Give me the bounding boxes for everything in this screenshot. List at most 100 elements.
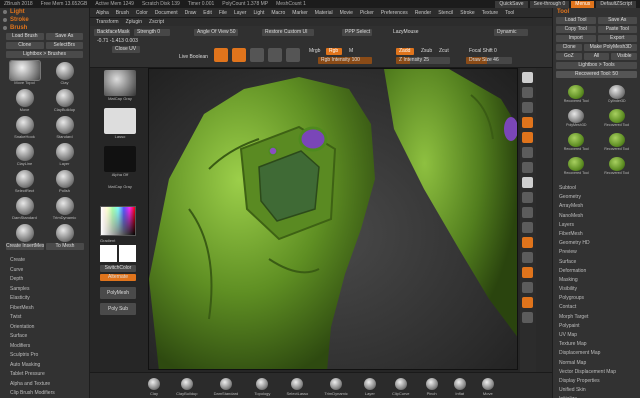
menu-transform[interactable]: Transform [96, 19, 119, 25]
tool-menu-vector-displacement-map[interactable]: Vector Displacement Map [559, 368, 639, 377]
menu-texture[interactable]: Texture [482, 10, 498, 16]
brush-menu-auto-masking[interactable]: Auto Masking [10, 361, 80, 371]
tool-recovered-tool[interactable]: Recovered Tool [598, 129, 637, 151]
tool-recovered-tool[interactable]: Recovered Tool [557, 81, 596, 103]
tool-menu-surface[interactable]: Surface [559, 258, 639, 267]
menu-draw[interactable]: Draw [185, 10, 197, 16]
tool-menu-geometry[interactable]: Geometry [559, 193, 639, 202]
tool-menu-texture-map[interactable]: Texture Map [559, 340, 639, 349]
brush-claybuildup[interactable]: ClayBuildup [46, 88, 83, 112]
brush-palette-title[interactable]: Brush [0, 24, 89, 32]
current-tool-slider[interactable]: Recovered Tool: 50 [556, 71, 637, 78]
ppp-select-button[interactable]: PPP Select [342, 29, 372, 36]
shelf-brush-claybuildup[interactable]: ClayBuildup [176, 378, 198, 396]
rgb-button[interactable]: Rgb [326, 48, 342, 55]
stroke-palette-title[interactable]: Stroke [0, 16, 89, 24]
create-insertmesh-button[interactable]: Create InsertMesh [6, 243, 44, 250]
menu-material[interactable]: Material [315, 10, 333, 16]
save-as-brush-button[interactable]: Save As [45, 33, 83, 40]
to-mesh-button[interactable]: To Mesh [46, 243, 84, 250]
backface-mask-toggle[interactable]: BackfaceMask [94, 29, 130, 36]
brush-menu-orientation[interactable]: Orientation [10, 323, 80, 333]
rotate-icon[interactable] [522, 252, 533, 263]
tool-menu-fibermesh[interactable]: FiberMesh [559, 230, 639, 239]
menu-zplugin[interactable]: Zplugin [126, 19, 142, 25]
make-polymesh3d-button[interactable]: Make PolyMesh3D [584, 44, 637, 51]
floor-icon[interactable] [522, 162, 533, 173]
brush-menu-twist[interactable]: Twist [10, 313, 80, 323]
brush-selectrect[interactable]: SelectRect [6, 169, 43, 193]
brush-clayline[interactable]: ClayLine [6, 142, 43, 166]
lightbox-brushes-button[interactable]: Lightbox > Brushes [6, 51, 83, 58]
menu-layer[interactable]: Layer [234, 10, 247, 16]
main-color-swatch[interactable] [100, 245, 117, 262]
alternate-button[interactable]: Alternate [100, 274, 136, 281]
brush-menu-samples[interactable]: Samples [10, 285, 80, 295]
shelf-brush-clipcurve[interactable]: ClipCurve [392, 378, 410, 396]
zadd-button[interactable]: Zadd [396, 48, 414, 55]
m-button[interactable]: M [346, 48, 356, 55]
shelf-brush-trimdynamic[interactable]: TrimDynamic [324, 378, 348, 396]
tool-menu-arraymesh[interactable]: ArrayMesh [559, 202, 639, 211]
clone-tool-button[interactable]: Clone [556, 44, 583, 51]
tool-polymesh3d[interactable]: PolyMesh3D [557, 105, 596, 127]
angle-of-view-slider[interactable]: Angle Of View 50 [194, 29, 238, 36]
polyf-icon[interactable] [522, 267, 533, 278]
brush-move[interactable]: Move [6, 88, 43, 112]
focal-shift-slider[interactable]: Focal Shift 0 [466, 48, 512, 55]
copy-tool-button[interactable]: Copy Tool [556, 26, 596, 33]
scroll-icon[interactable] [522, 102, 533, 113]
lazymouse-toggle[interactable]: LazyMouse [390, 29, 420, 36]
secondary-color-swatch[interactable] [119, 245, 136, 262]
menu-render[interactable]: Render [415, 10, 431, 16]
brush-trimdynamic[interactable]: TrimDynamic [46, 196, 83, 220]
frame-icon[interactable] [522, 207, 533, 218]
close-uv-button[interactable]: Close UV [112, 46, 140, 53]
brush-menu-sculptris-pro[interactable]: Sculptris Pro [10, 351, 80, 361]
canvas-viewport[interactable] [148, 68, 518, 370]
tool-recovered-tool[interactable]: Recovered Tool [557, 153, 596, 175]
tool-menu-polypaint[interactable]: Polypaint [559, 322, 639, 331]
brush-menu-surface[interactable]: Surface [10, 332, 80, 342]
brush-menu-elasticity[interactable]: Elasticity [10, 294, 80, 304]
export-button[interactable]: Export [597, 35, 637, 42]
shelf-brush-layer[interactable]: Layer [363, 378, 376, 396]
shelf-brush-pinch[interactable]: Pinch [425, 378, 438, 396]
tool-recovered-tool[interactable]: Recovered Tool [598, 153, 637, 175]
tool-menu-geometry-hd[interactable]: Geometry HD [559, 239, 639, 248]
tool-menu-polygroups[interactable]: Polygroups [559, 294, 639, 303]
brush-standard[interactable]: Standard [46, 115, 83, 139]
restore-custom-ui-button[interactable]: Restore Custom UI [262, 29, 314, 36]
tool-menu-nanomesh[interactable]: NanoMesh [559, 212, 639, 221]
alpha-thumbnail[interactable]: Alpha Off [100, 146, 140, 180]
tool-menu-masking[interactable]: Masking [559, 276, 639, 285]
shelf-brush-clay[interactable]: Clay [148, 378, 161, 396]
bpr-render-icon[interactable] [522, 72, 533, 83]
menu-alpha[interactable]: Alpha [96, 10, 109, 16]
tool-palette-title[interactable]: Tool [553, 8, 640, 16]
brush-menu-modifiers[interactable]: Modifiers [10, 342, 80, 352]
lasso-thumbnail[interactable]: Lasso [100, 108, 140, 142]
goz-all-button[interactable]: All [583, 53, 610, 60]
tool-menu-visibility[interactable]: Visibility [559, 285, 639, 294]
menu-tool[interactable]: Tool [505, 10, 514, 16]
import-button[interactable]: Import [556, 35, 596, 42]
zsub-button[interactable]: Zsub [418, 48, 434, 55]
tool-menu-display-properties[interactable]: Display Properties [559, 377, 639, 386]
brush-menu-clip-brush-modifiers[interactable]: Clip Brush Modifiers [10, 389, 80, 398]
brush-menu-alpha-and-texture[interactable]: Alpha and Texture [10, 380, 80, 390]
tool-recovered-tool[interactable]: Recovered Tool [598, 105, 637, 127]
edit-mode-button[interactable] [214, 48, 228, 62]
tool-menu-unified-skin[interactable]: Unified Skin [559, 386, 639, 395]
shelf-brush-topology[interactable]: Topology [254, 378, 270, 396]
brush-menu-curve[interactable]: Curve [10, 266, 80, 276]
polymesh-button[interactable]: PolyMesh [100, 287, 136, 299]
xpose-icon[interactable] [522, 312, 533, 323]
tool-cylinder3d[interactable]: Cylinder3D [598, 81, 637, 103]
menu-light[interactable]: Light [253, 10, 264, 16]
brush-damstandard[interactable]: DamStandard [6, 196, 43, 220]
draw-size-slider[interactable]: Draw Size 46 [466, 57, 512, 64]
transp-icon[interactable] [522, 282, 533, 293]
z-intensity-slider[interactable]: Z Intensity 25 [396, 57, 450, 64]
menu-movie[interactable]: Movie [340, 10, 353, 16]
